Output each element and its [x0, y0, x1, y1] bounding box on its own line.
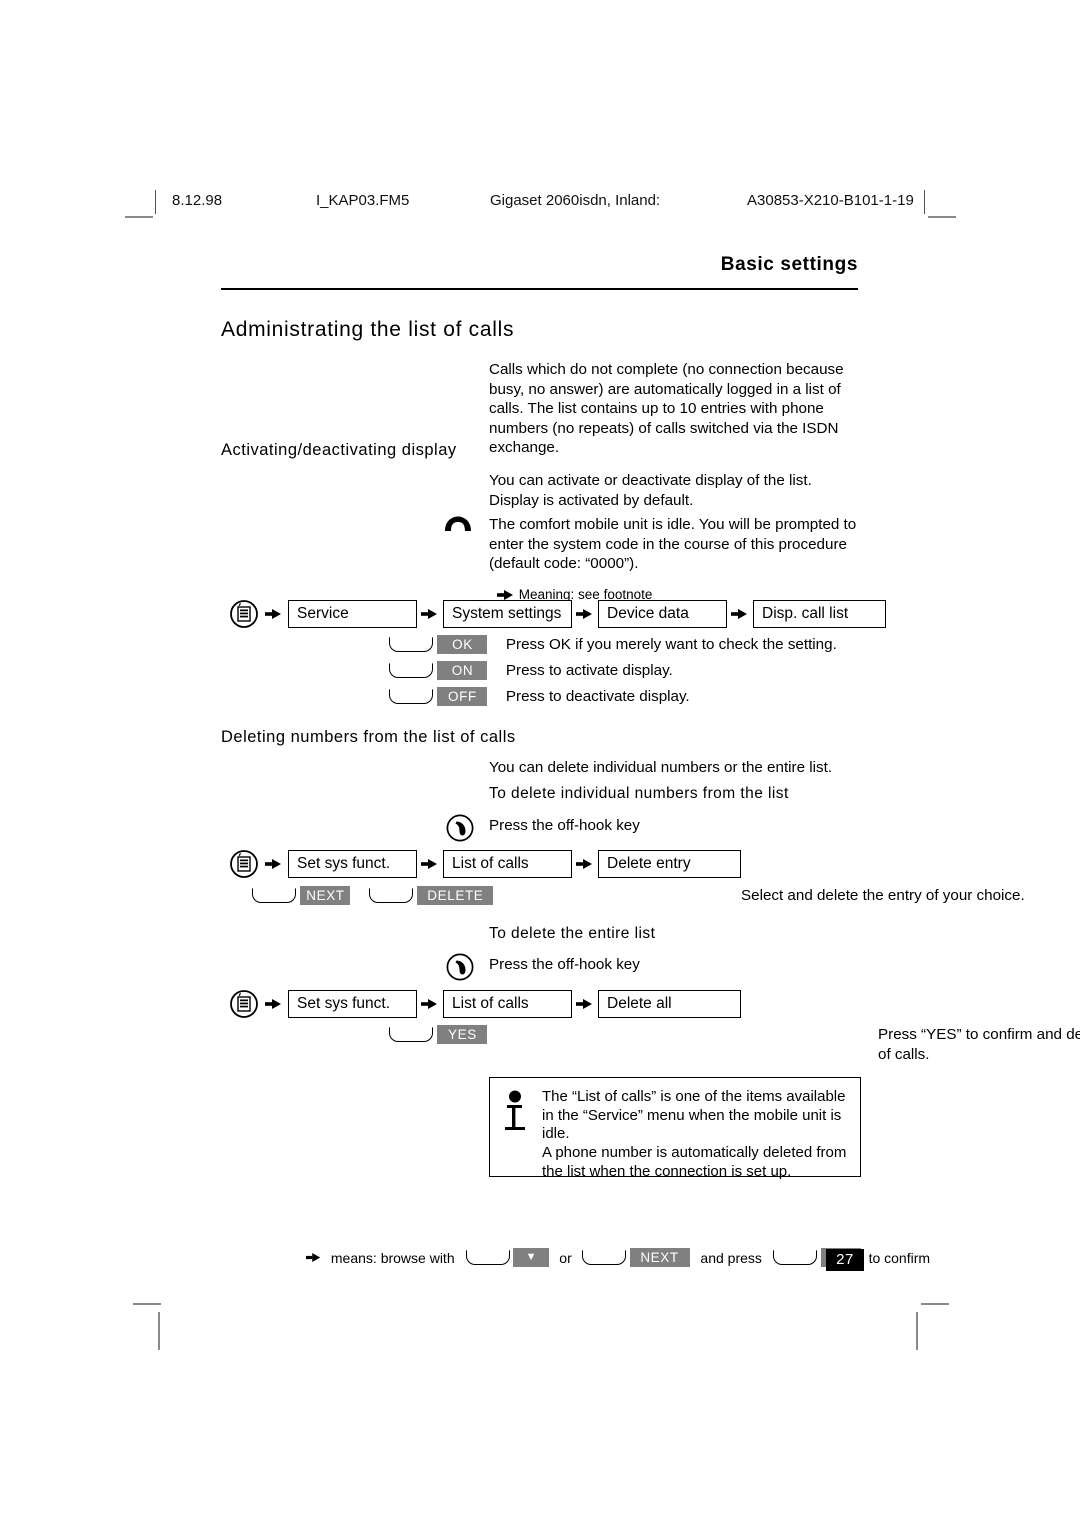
section-heading-activating: Activating/deactivating display	[221, 441, 457, 459]
off-hook-key-icon[interactable]	[446, 814, 474, 842]
offhook-instruction-2: Press the off-hook key	[489, 956, 640, 973]
header-product: Gigaset 2060isdn, Inland:	[490, 192, 661, 209]
note-paragraph-1: The “List of calls” is one of the items …	[542, 1088, 846, 1143]
soft-key-outline[interactable]	[581, 1250, 626, 1265]
softkey-description-delete: Select and delete the entry of your choi…	[741, 887, 1025, 904]
step-arrow-icon	[576, 609, 592, 619]
softkey-badge-next[interactable]: NEXT	[300, 886, 351, 905]
softkey-row-ok: OK Press OK if you merely want to check …	[389, 635, 837, 657]
step-arrow-icon	[576, 999, 592, 1009]
document-header: 8.12.98 I_KAP03.FM5 Gigaset 2060isdn, In…	[155, 190, 925, 214]
softkey-description-ok: Press OK if you merely want to check the…	[505, 636, 837, 653]
subheading-delete-individual: To delete individual numbers from the li…	[489, 785, 789, 802]
activating-paragraph: You can activate or deactivate display o…	[489, 472, 812, 509]
softkey-row-yes: YES Press “YES” to confirm and delete al…	[389, 1025, 1080, 1063]
note-paragraph-2: A phone number is automatically deleted …	[542, 1144, 847, 1180]
step-arrow-icon	[731, 609, 747, 619]
menu-step-disp-call-list[interactable]: Disp. call list	[753, 600, 886, 628]
step-arrow-icon	[265, 609, 281, 619]
footnote-lead: means: browse with	[330, 1249, 455, 1266]
off-hook-key-icon[interactable]	[446, 953, 474, 981]
page-title: Administrating the list of calls	[221, 318, 515, 341]
menu-step-device-data[interactable]: Device data	[598, 600, 727, 628]
softkey-description-yes: Press “YES” to confirm and delete all en…	[878, 1026, 1080, 1063]
offhook-instruction-1: Press the off-hook key	[489, 817, 640, 834]
info-note-box: The “List of calls” is one of the items …	[489, 1077, 861, 1180]
softkey-description-on: Press to activate display.	[505, 662, 673, 679]
crop-mark-bottom-left-vertical	[158, 1312, 160, 1350]
footnote-or: or	[559, 1249, 572, 1266]
soft-key-outline[interactable]	[389, 637, 433, 652]
softkey-row-on: ON Press to activate display.	[389, 661, 673, 683]
step-arrow-icon	[306, 1253, 321, 1262]
soft-key-outline[interactable]	[252, 888, 296, 903]
menu-step-delete-all[interactable]: Delete all	[598, 990, 741, 1018]
crop-mark-bottom-right	[921, 1303, 949, 1305]
menu-key-icon[interactable]	[229, 989, 259, 1019]
deleting-paragraph: You can delete individual numbers or the…	[489, 759, 833, 776]
crop-mark-top-right	[928, 216, 956, 218]
soft-key-outline[interactable]	[772, 1250, 817, 1265]
info-i-icon	[505, 1090, 525, 1130]
menu-step-list-of-calls[interactable]: List of calls	[443, 990, 572, 1018]
menu-step-set-sys-funct[interactable]: Set sys funct.	[288, 990, 417, 1018]
soft-key-outline[interactable]	[389, 663, 433, 678]
header-filename: I_KAP03.FM5	[316, 192, 410, 209]
soft-key-outline[interactable]	[465, 1250, 510, 1265]
softkey-badge-yes[interactable]: YES	[437, 1025, 488, 1044]
soft-key-outline[interactable]	[389, 689, 433, 704]
section-heading-deleting: Deleting numbers from the list of calls	[221, 728, 516, 746]
intro-paragraph: Calls which do not complete (no connecti…	[489, 361, 844, 457]
menu-step-delete-entry[interactable]: Delete entry	[598, 850, 741, 878]
crop-mark-bottom-right-vertical	[916, 1312, 918, 1350]
softkey-description-off: Press to deactivate display.	[505, 688, 690, 705]
menu-chain-display-setting: Service System settings Device data Disp…	[229, 599, 886, 630]
step-arrow-icon	[421, 999, 437, 1009]
header-rule-left	[155, 190, 156, 214]
menu-chain-delete-entry: Set sys funct. List of calls Delete entr…	[229, 850, 869, 880]
idle-note-paragraph: The comfort mobile unit is idle. You wil…	[489, 516, 857, 573]
manual-page: 8.12.98 I_KAP03.FM5 Gigaset 2060isdn, In…	[0, 0, 1080, 1528]
footnote-middle: and press	[700, 1249, 762, 1266]
menu-chain-delete-all: Set sys funct. List of calls Delete all	[229, 990, 869, 1020]
step-arrow-icon	[265, 999, 281, 1009]
soft-key-outline[interactable]	[368, 888, 413, 903]
menu-step-list-of-calls[interactable]: List of calls	[443, 850, 572, 878]
softkey-badge-on[interactable]: ON	[437, 661, 488, 680]
softkey-badge-down-arrow[interactable]: ▼	[513, 1248, 550, 1267]
softkey-badge-off[interactable]: OFF	[437, 687, 488, 706]
menu-key-icon[interactable]	[229, 849, 259, 879]
crop-mark-top-left	[125, 216, 153, 218]
soft-key-outline[interactable]	[389, 1027, 433, 1042]
menu-step-service[interactable]: Service	[288, 600, 417, 628]
footnote-tail: to confirm	[868, 1249, 931, 1266]
menu-step-set-sys-funct[interactable]: Set sys funct.	[288, 850, 417, 878]
header-date: 8.12.98	[172, 192, 223, 209]
step-arrow-icon	[265, 859, 281, 869]
step-arrow-icon	[421, 609, 437, 619]
header-rule-right	[924, 190, 925, 214]
softkey-badge-delete[interactable]: DELETE	[417, 886, 494, 905]
softkey-badge-next[interactable]: NEXT	[629, 1248, 690, 1267]
step-arrow-icon	[421, 859, 437, 869]
softkey-badge-ok[interactable]: OK	[437, 635, 488, 654]
softkey-row-next-delete: NEXT DELETE Select and delete the entry …	[252, 886, 1025, 908]
crop-mark-bottom-left	[133, 1303, 161, 1305]
softkey-row-off: OFF Press to deactivate display.	[389, 687, 690, 709]
page-number: 27	[826, 1249, 864, 1271]
header-document-code: A30853-X210-B101-1-19	[747, 192, 914, 209]
header-divider	[221, 288, 858, 290]
step-arrow-icon	[576, 859, 592, 869]
menu-key-icon[interactable]	[229, 599, 259, 629]
subheading-delete-entire: To delete the entire list	[489, 925, 656, 942]
menu-step-system-settings[interactable]: System settings	[443, 600, 572, 628]
chapter-title: Basic settings	[720, 254, 858, 275]
on-hook-handset-icon	[445, 516, 471, 531]
